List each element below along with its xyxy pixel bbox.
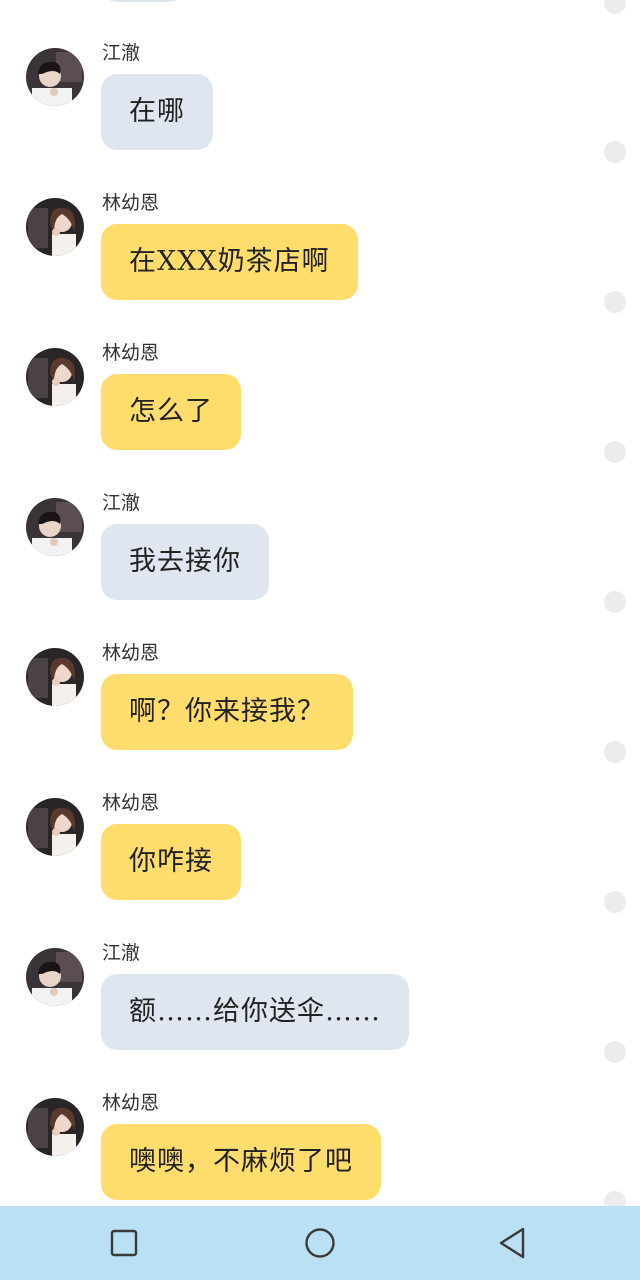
square-icon xyxy=(110,1229,138,1257)
jiangche-avatar[interactable] xyxy=(26,498,84,556)
message-status-dot xyxy=(604,141,626,163)
back-button[interactable] xyxy=(472,1206,552,1280)
system-navigation-bar xyxy=(0,1206,640,1280)
message-status-dot xyxy=(604,891,626,913)
message-row: 江澈 在哪 xyxy=(0,42,640,198)
linyouen-avatar[interactable] xyxy=(26,648,84,706)
message-bubble[interactable]: 怎么了 xyxy=(101,374,241,450)
message-row: 江澈 我去接你 xyxy=(0,492,640,648)
circle-icon xyxy=(305,1228,335,1258)
sender-name: 林幼恩 xyxy=(102,192,160,214)
sender-name: 林幼恩 xyxy=(102,342,160,364)
message-status-dot xyxy=(604,0,626,14)
message-row: 林幼恩 噢噢，不麻烦了吧 xyxy=(0,1092,640,1206)
message-bubble[interactable]: 在XXX奶茶店啊 xyxy=(101,224,358,300)
jiangche-avatar[interactable] xyxy=(26,948,84,1006)
linyouen-avatar[interactable] xyxy=(26,198,84,256)
previous-message-bubble xyxy=(101,0,185,2)
message-status-dot xyxy=(604,591,626,613)
message-status-dot xyxy=(604,741,626,763)
sender-name: 林幼恩 xyxy=(102,642,160,664)
message-bubble[interactable]: 额……给你送伞…… xyxy=(101,974,409,1050)
message-row: 林幼恩 在XXX奶茶店啊 xyxy=(0,192,640,348)
message-row: 林幼恩 你咋接 xyxy=(0,792,640,948)
message-status-dot xyxy=(604,441,626,463)
message-bubble[interactable]: 在哪 xyxy=(101,74,213,150)
sender-name: 林幼恩 xyxy=(102,792,160,814)
sender-name: 江澈 xyxy=(102,942,141,964)
message-status-dot xyxy=(604,291,626,313)
message-row: 林幼恩 啊？你来接我？ xyxy=(0,642,640,798)
home-button[interactable] xyxy=(280,1206,360,1280)
message-bubble[interactable]: 我去接你 xyxy=(101,524,269,600)
chat-area[interactable]: 江澈 在哪 林幼恩 在XXX奶茶店啊 林幼恩 怎么了 江澈 我去接你 林幼恩 啊… xyxy=(0,0,640,1206)
message-status-dot xyxy=(604,1191,626,1206)
linyouen-avatar[interactable] xyxy=(26,798,84,856)
message-row: 林幼恩 怎么了 xyxy=(0,342,640,498)
sender-name: 江澈 xyxy=(102,492,141,514)
jiangche-avatar[interactable] xyxy=(26,48,84,106)
message-bubble[interactable]: 噢噢，不麻烦了吧 xyxy=(101,1124,381,1200)
linyouen-avatar[interactable] xyxy=(26,1098,84,1156)
sender-name: 江澈 xyxy=(102,42,141,64)
message-row: 江澈 额……给你送伞…… xyxy=(0,942,640,1098)
message-status-dot xyxy=(604,1041,626,1063)
linyouen-avatar[interactable] xyxy=(26,348,84,406)
message-bubble[interactable]: 你咋接 xyxy=(101,824,241,900)
message-bubble[interactable]: 啊？你来接我？ xyxy=(101,674,353,750)
triangle-back-icon xyxy=(499,1227,525,1259)
recent-apps-button[interactable] xyxy=(84,1206,164,1280)
sender-name: 林幼恩 xyxy=(102,1092,160,1114)
